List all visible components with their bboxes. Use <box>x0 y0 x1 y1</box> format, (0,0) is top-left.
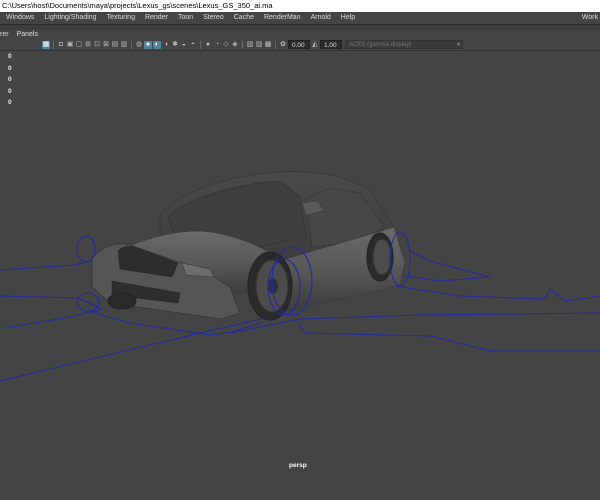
panel-menu-panels[interactable]: Panels <box>13 30 42 39</box>
menu-help[interactable]: Help <box>336 12 360 24</box>
viewport-toolbar: ▦ ◘ ▣ ▢ ⊞ ⊡ ⊠ ▤ ▥ ◍ ● ◐ ◑ ✱ ◒ ◓ ● ◔ ◇ ◈ … <box>0 39 600 51</box>
xray-active-icon[interactable]: ▨ <box>255 41 263 49</box>
field-chart-icon[interactable]: ⊠ <box>102 41 110 49</box>
bookmark-icon[interactable]: ▣ <box>66 41 74 49</box>
menu-toon[interactable]: Toon <box>173 12 198 24</box>
hud-value: 0 <box>8 76 12 83</box>
toolbar-separator <box>242 40 243 49</box>
menu-windows[interactable]: Windows <box>0 12 39 24</box>
menu-arnold[interactable]: Arnold <box>306 12 336 24</box>
xray-joints-icon[interactable]: ▧ <box>246 41 254 49</box>
isolate-select-icon[interactable]: ◇ <box>222 41 230 49</box>
panel-menu-renderer[interactable]: rer <box>0 30 13 39</box>
safe-title-icon[interactable]: ▥ <box>120 41 128 49</box>
toolbar-separator <box>200 40 201 49</box>
motion-blur-icon[interactable]: ● <box>204 41 212 49</box>
color-space-select[interactable]: ACES (gamma display) ▾ <box>345 40 463 49</box>
toolbar-separator <box>131 40 132 49</box>
exposure-icon[interactable]: ✿ <box>279 41 287 49</box>
hud-value: 0 <box>8 64 12 72</box>
perspective-viewport[interactable]: 0 0 0 0 0 persp <box>0 51 600 500</box>
default-material-icon[interactable]: ◐ <box>153 40 161 49</box>
wireframe-icon[interactable]: ◍ <box>135 41 143 49</box>
textured-icon[interactable]: ◑ <box>162 41 170 49</box>
gamma-field[interactable]: 1.00 <box>320 40 342 49</box>
camera-name-label: persp <box>289 462 307 469</box>
toolbar-separator <box>53 40 54 49</box>
chevron-down-icon: ▾ <box>456 42 460 48</box>
menu-render[interactable]: Render <box>140 12 173 24</box>
film-gate-icon[interactable]: ▢ <box>75 41 83 49</box>
menu-stereo[interactable]: Stereo <box>198 12 229 24</box>
color-space-placeholder: ACES (gamma display) <box>349 42 412 48</box>
ambient-occlusion-icon[interactable]: ◓ <box>189 41 197 49</box>
resolution-gate-icon[interactable]: ⊞ <box>84 41 92 49</box>
window-title-bar: C:\Users\host\Documents\maya\projects\Le… <box>0 0 600 12</box>
workspace-selector[interactable]: Work <box>582 12 600 24</box>
smooth-shade-icon[interactable]: ● <box>144 40 152 49</box>
xray-icon[interactable]: ◈ <box>231 41 239 49</box>
hud-value: 0 <box>8 87 12 95</box>
scene-render <box>0 171 600 382</box>
toolbar-separator <box>275 40 276 49</box>
hud-display: 0 0 0 0 0 <box>8 51 12 109</box>
shadows-icon[interactable]: ◒ <box>180 41 188 49</box>
hud-value: 0 <box>8 99 12 106</box>
gamma-icon[interactable]: ◭ <box>311 41 319 49</box>
grid-icon[interactable]: ▦ <box>42 40 50 49</box>
use-all-lights-icon[interactable]: ✱ <box>171 41 179 49</box>
camera-icon[interactable]: ◘ <box>57 41 65 49</box>
gate-mask-icon[interactable]: ⊡ <box>93 41 101 49</box>
menu-texturing[interactable]: Texturing <box>102 12 140 24</box>
hud-value: 0 <box>8 53 12 60</box>
safe-action-icon[interactable]: ▤ <box>111 41 119 49</box>
car-model <box>91 171 406 321</box>
exposure-field[interactable]: 0.00 <box>288 40 310 49</box>
menu-cache[interactable]: Cache <box>229 12 259 24</box>
main-menu-bar: Windows Lighting/Shading Texturing Rende… <box>0 12 600 24</box>
backface-icon[interactable]: ▩ <box>264 41 272 49</box>
panel-menu-bar: rer Panels <box>0 30 600 39</box>
anti-aliasing-icon[interactable]: ◔ <box>213 41 221 49</box>
menu-lighting-shading[interactable]: Lighting/Shading <box>39 12 101 24</box>
file-path: C:\Users\host\Documents\maya\projects\Le… <box>2 1 273 10</box>
menu-renderman[interactable]: RenderMan <box>259 12 306 24</box>
